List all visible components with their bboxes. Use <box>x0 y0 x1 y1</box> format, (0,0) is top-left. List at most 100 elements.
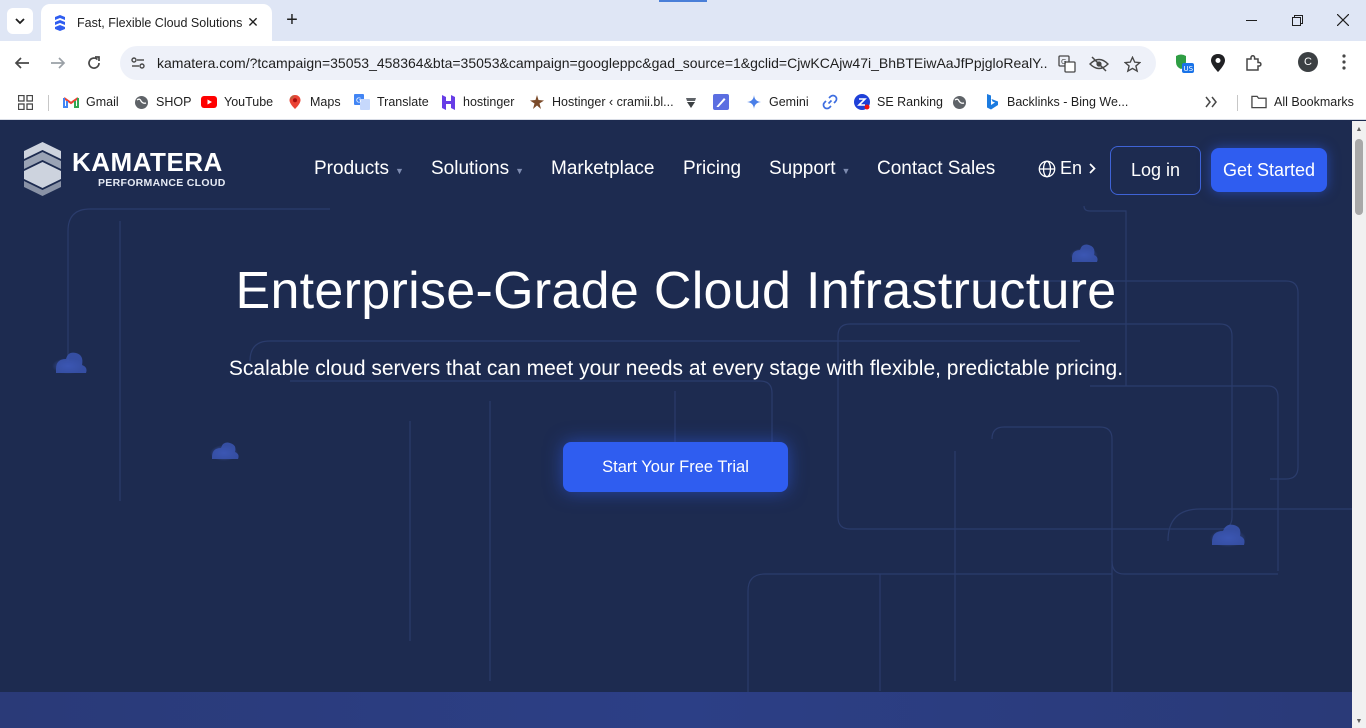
get-started-button[interactable]: Get Started <box>1211 148 1327 192</box>
site-info-icon[interactable] <box>128 53 148 73</box>
forward-arrow-icon[interactable] <box>44 49 72 77</box>
more-menu-icon[interactable] <box>1333 51 1355 73</box>
profile-avatar[interactable]: C <box>1298 52 1318 72</box>
more-bookmarks-chevron-icon[interactable] <box>1204 92 1218 112</box>
bookmark-backlinks-bing[interactable]: Backlinks - Bing We... <box>984 92 1128 112</box>
restore-icon[interactable] <box>1274 0 1320 40</box>
logo-tagline: PERFORMANCE CLOUD <box>98 177 226 189</box>
globe-icon <box>951 94 967 110</box>
bookmark-hostinger[interactable]: hostinger <box>440 92 514 112</box>
close-icon[interactable]: ✕ <box>244 14 262 32</box>
bookmark-label: Hostinger ‹ cramii.bl... <box>552 95 674 109</box>
link-icon <box>822 94 838 110</box>
bookmark-gmail[interactable]: Gmail <box>63 92 119 112</box>
gmail-icon <box>63 94 79 110</box>
bookmark-label: SE Ranking <box>877 95 944 109</box>
kamatera-logo-icon <box>24 142 61 196</box>
nav-contact-sales-label: Contact Sales <box>877 158 996 179</box>
browser-toolbar: kamatera.com/?tcampaign=35053_458364&bta… <box>0 41 1366 85</box>
bookmark-hostinger-cramii[interactable]: Hostinger ‹ cramii.bl... <box>529 92 674 112</box>
bookmark-label: Maps <box>310 95 341 109</box>
nav-products-label: Products <box>314 158 389 179</box>
language-selector[interactable]: En <box>1038 158 1096 179</box>
chevron-down-icon: ▼ <box>515 165 525 176</box>
bookmark-label: Backlinks - Bing We... <box>1007 95 1129 109</box>
seranking-icon <box>854 94 870 110</box>
chevron-right-icon <box>1089 163 1096 174</box>
chevron-down-icon <box>15 18 25 25</box>
nav-solutions[interactable]: Solutions ▼ <box>431 157 524 181</box>
login-button[interactable]: Log in <box>1110 146 1201 195</box>
nav-pricing-label: Pricing <box>683 158 742 179</box>
kamatera-logo[interactable]: KAMATERA PERFORMANCE CLOUD <box>24 142 226 196</box>
minimize-icon[interactable] <box>1228 0 1274 40</box>
web-page: KAMATERA PERFORMANCE CLOUD Products ▼ So… <box>0 121 1352 728</box>
translate-icon: G <box>354 94 370 110</box>
bookmark-label: SHOP <box>156 95 192 109</box>
globe-icon <box>1038 160 1056 177</box>
vpn-extension-icon[interactable]: US <box>1173 52 1195 74</box>
nav-contact-sales[interactable]: Contact Sales <box>877 157 995 181</box>
bookmark-label: Translate <box>377 95 429 109</box>
bookmark-gemini[interactable]: Gemini <box>746 92 809 112</box>
bookmark-unnamed-2[interactable] <box>713 92 736 112</box>
tab-strip: Fast, Flexible Cloud Solutions | Ka ✕ + <box>0 0 1366 41</box>
bookmarks-divider <box>48 95 49 111</box>
globe-icon <box>133 94 149 110</box>
hostinger-icon <box>440 94 456 110</box>
svg-text:US: US <box>1184 65 1194 73</box>
scroll-down-icon[interactable]: ▼ <box>1355 717 1363 725</box>
reload-icon[interactable] <box>80 49 108 77</box>
star-icon[interactable] <box>1121 53 1143 75</box>
language-label: En <box>1060 158 1083 178</box>
tab-search-button[interactable] <box>7 8 33 34</box>
bookmark-se-ranking[interactable]: SE Ranking <box>854 92 943 112</box>
hero-title: Enterprise-Grade Cloud Infrastructure <box>235 262 1117 320</box>
nav-support[interactable]: Support ▼ <box>769 157 850 181</box>
bookmark-youtube[interactable]: YouTube <box>201 92 273 112</box>
extensions-puzzle-icon[interactable] <box>1243 52 1265 74</box>
location-pin-icon[interactable] <box>1207 52 1229 74</box>
chevron-down-icon: ▼ <box>394 165 404 176</box>
url-text[interactable]: kamatera.com/?tcampaign=35053_458364&bta… <box>157 55 1047 71</box>
logo-wordmark: KAMATERA <box>72 147 223 177</box>
gemini-icon <box>746 94 762 110</box>
back-arrow-icon[interactable] <box>8 49 36 77</box>
bookmark-label: hostinger <box>463 95 515 109</box>
nav-pricing[interactable]: Pricing <box>683 157 741 181</box>
bookmarks-bar: Gmail SHOP YouTube Maps G Translate host… <box>0 85 1366 120</box>
nav-marketplace[interactable]: Marketplace <box>551 157 655 181</box>
scroll-thumb[interactable] <box>1355 139 1363 215</box>
eye-off-icon[interactable] <box>1088 53 1110 75</box>
youtube-icon <box>201 94 217 110</box>
bookmark-translate[interactable]: G Translate <box>354 92 429 112</box>
new-tab-button[interactable]: + <box>280 8 304 32</box>
nav-support-label: Support <box>769 158 836 179</box>
nav-products[interactable]: Products ▼ <box>314 157 404 181</box>
maps-icon <box>287 94 303 110</box>
bookmark-unnamed-1[interactable] <box>683 92 706 112</box>
apps-grid-icon[interactable] <box>18 92 33 112</box>
tab-title: Fast, Flexible Cloud Solutions | Ka <box>77 15 244 30</box>
close-window-icon[interactable] <box>1320 0 1366 40</box>
next-section-band <box>0 692 1352 728</box>
bookmark-unnamed-3[interactable] <box>822 92 845 112</box>
bing-icon <box>984 94 1000 110</box>
scroll-up-icon[interactable]: ▲ <box>1355 125 1363 133</box>
bookmark-label: Gmail <box>86 95 119 109</box>
bookmarks-divider-2 <box>1237 95 1238 111</box>
all-bookmarks[interactable]: All Bookmarks <box>1251 92 1354 112</box>
translate-page-icon[interactable]: G <box>1056 53 1078 75</box>
bookmark-unnamed-4[interactable] <box>951 92 974 112</box>
active-tab[interactable]: Fast, Flexible Cloud Solutions | Ka ✕ <box>41 4 272 41</box>
bookmark-shop[interactable]: SHOP <box>133 92 191 112</box>
address-bar[interactable]: kamatera.com/?tcampaign=35053_458364&bta… <box>120 46 1156 80</box>
svg-text:G: G <box>356 97 361 105</box>
bookmark-maps[interactable]: Maps <box>287 92 341 112</box>
nav-marketplace-label: Marketplace <box>551 158 655 179</box>
background-circuit-decoration <box>52 205 1352 728</box>
bookmark-icon <box>683 94 699 110</box>
page-scrollbar[interactable]: ▲ ▼ <box>1352 121 1366 728</box>
start-free-trial-button[interactable]: Start Your Free Trial <box>563 442 788 492</box>
hostinger-star-icon <box>529 94 545 110</box>
